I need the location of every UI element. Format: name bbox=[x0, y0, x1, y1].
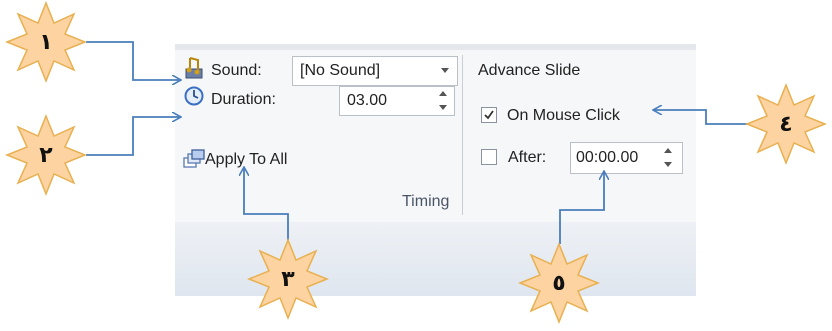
callout-1: ١ bbox=[3, 0, 89, 85]
arrow-5 bbox=[559, 172, 604, 244]
arrow-2 bbox=[86, 117, 180, 156]
callout-2: ٢ bbox=[3, 112, 89, 198]
arrow-4 bbox=[654, 110, 755, 125]
arrow-1 bbox=[86, 41, 180, 80]
callout-4: ٤ bbox=[743, 81, 829, 167]
callout-arrows bbox=[86, 41, 755, 244]
callout-5-number: ٥ bbox=[552, 270, 566, 296]
callout-3: ٣ bbox=[245, 236, 331, 322]
callout-4-number: ٤ bbox=[779, 111, 793, 137]
arrow-3 bbox=[244, 168, 289, 240]
callout-3-number: ٣ bbox=[281, 266, 295, 292]
callout-1-number: ١ bbox=[39, 29, 53, 55]
callout-2-number: ٢ bbox=[39, 142, 53, 168]
callout-5: ٥ bbox=[516, 240, 602, 326]
